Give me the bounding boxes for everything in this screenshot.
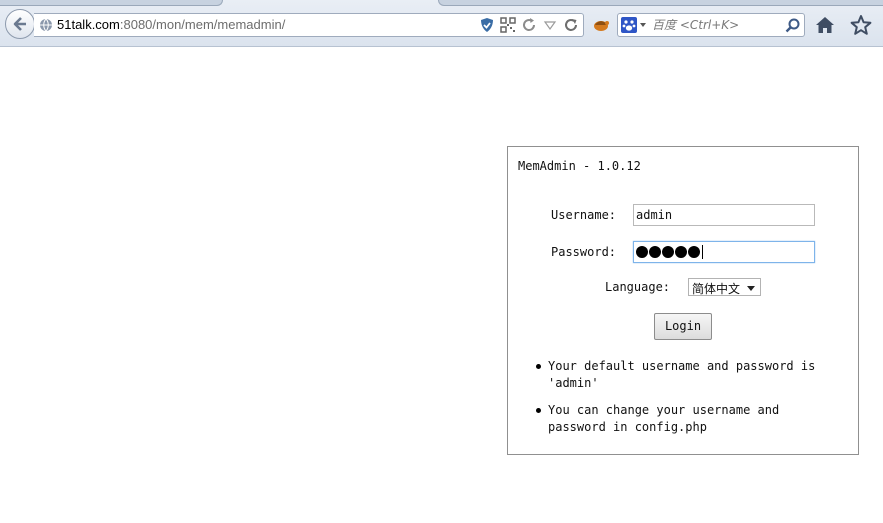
list-item: You can change your username and passwor… — [534, 402, 834, 436]
list-item: Your default username and password is 'a… — [534, 358, 834, 392]
search-bar[interactable]: 百度 <Ctrl+K> — [617, 13, 805, 37]
baidu-icon[interactable] — [621, 17, 637, 33]
password-dot — [636, 246, 648, 258]
url-text[interactable]: 51talk.com:8080/mon/mem/memadmin/ — [57, 17, 285, 33]
password-field[interactable] — [633, 241, 815, 263]
url-host: 51talk.com — [57, 17, 120, 32]
language-select[interactable]: 简体中文 — [688, 278, 761, 296]
password-dot — [662, 246, 674, 258]
reload-icon[interactable] — [521, 17, 537, 33]
tab-left[interactable] — [0, 0, 223, 6]
language-label: Language: — [605, 280, 671, 294]
text-caret — [702, 245, 703, 259]
url-bar-icons — [479, 17, 579, 33]
notes-list: Your default username and password is 'a… — [534, 358, 834, 446]
password-dot — [649, 246, 661, 258]
dropdown-icon[interactable] — [542, 17, 558, 33]
addon-icon[interactable] — [592, 17, 610, 33]
login-button[interactable]: Login — [654, 313, 712, 340]
password-label: Password: — [551, 245, 617, 259]
url-path: :8080/mon/mem/memadmin/ — [119, 17, 286, 32]
home-icon[interactable] — [815, 15, 835, 35]
star-icon[interactable] — [850, 14, 872, 36]
browser-toolbar: 51talk.com:8080/mon/mem/memadmin/ 百度 <Ct… — [0, 0, 883, 47]
password-mask — [636, 245, 703, 259]
username-field[interactable]: admin — [633, 204, 815, 226]
tab-right[interactable] — [438, 0, 883, 6]
back-button[interactable] — [5, 9, 35, 39]
url-bar[interactable]: 51talk.com:8080/mon/mem/memadmin/ — [34, 13, 584, 37]
back-icon — [13, 17, 26, 31]
password-dot — [675, 246, 687, 258]
globe-icon — [40, 18, 52, 32]
username-label: Username: — [551, 208, 617, 222]
search-icon[interactable] — [785, 18, 800, 33]
username-value: admin — [636, 208, 673, 222]
page-title: MemAdmin - 1.0.12 — [518, 159, 641, 173]
password-dot — [688, 246, 700, 258]
search-placeholder[interactable]: 百度 <Ctrl+K> — [652, 18, 739, 33]
qr-code-icon[interactable] — [500, 17, 516, 33]
login-panel: MemAdmin - 1.0.12 Username: admin Passwo… — [507, 146, 859, 455]
shield-icon[interactable] — [479, 17, 495, 33]
language-value: 简体中文 — [692, 282, 741, 296]
chevron-down-icon — [747, 286, 755, 291]
refresh-icon[interactable] — [563, 17, 579, 33]
engine-dropdown-icon[interactable] — [640, 23, 646, 27]
